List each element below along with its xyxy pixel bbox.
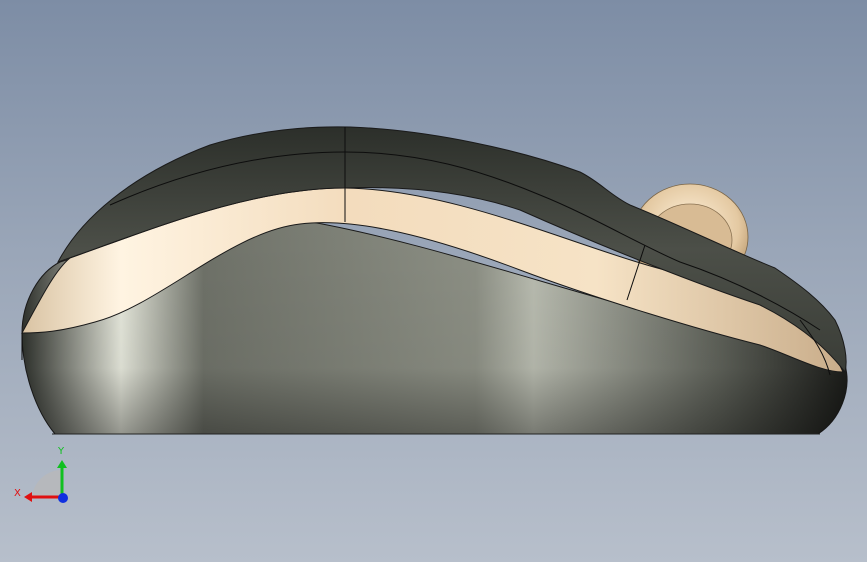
mouse-model[interactable] [0,0,867,562]
3d-viewport[interactable]: Y X [0,0,867,562]
coordinate-triad[interactable]: Y X [10,440,80,510]
triad-plane-icon [32,469,62,497]
x-arrow-icon [24,492,32,502]
x-axis-label: X [14,488,21,499]
z-axis-icon [58,493,68,503]
y-axis-label: Y [57,446,65,457]
y-arrow-icon [57,460,67,468]
